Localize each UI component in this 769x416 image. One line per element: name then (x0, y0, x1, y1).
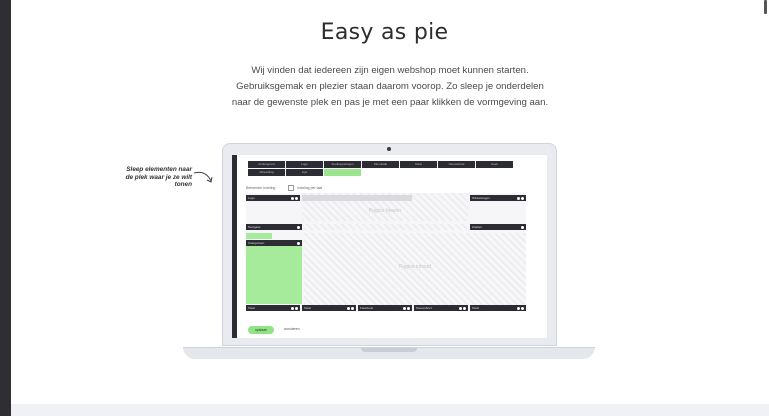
block-settings-icon[interactable] (517, 197, 520, 200)
laptop-notch (361, 348, 417, 352)
callout-line-2: de plek waar je ze wilt (125, 173, 192, 181)
curved-arrow-icon (193, 171, 213, 183)
editor-sidebar (232, 155, 237, 338)
block-zoeken-label: Zoeken (472, 225, 483, 229)
block-logo[interactable]: Logo (246, 195, 300, 201)
tool-achtergrond[interactable]: Achtergrond (248, 161, 285, 168)
content-region-label: Pagina inhoud (399, 264, 431, 270)
tool-logo[interactable]: Logo (286, 161, 323, 168)
cancel-link[interactable]: annuleren (284, 327, 300, 331)
nav-region[interactable] (304, 224, 468, 230)
intro-text: Wij vinden dat iedereen zijn eigen websh… (200, 63, 580, 111)
footer-block-3-label: Facebook (360, 306, 374, 310)
tool-dragging[interactable] (324, 169, 361, 176)
camera-dot (387, 147, 391, 151)
tool-lijst[interactable]: Lijst (286, 169, 323, 176)
block-logo-label: Logo (248, 196, 255, 200)
per-language-label: Indeling per taal (297, 185, 323, 190)
layout-options: Beheerder indeling Indeling per taal (246, 185, 322, 191)
left-dark-bar (0, 0, 11, 416)
drag-ghost (246, 233, 272, 239)
tool-tekst[interactable]: Tekst (400, 161, 437, 168)
block-navigatie-label: Navigatie (248, 225, 261, 229)
block-remove-icon[interactable] (297, 242, 300, 245)
block-winkelwagen-label: Winkelwagen (472, 196, 490, 200)
per-language-checkbox[interactable] (288, 185, 295, 191)
block-categorieen-label: Categorieen (248, 241, 265, 245)
tool-snelkoppelingen[interactable]: Snelkoppelingen (324, 161, 361, 168)
tool-nieuwsbrief[interactable]: Nieuwsbrief (438, 161, 475, 168)
layout-option-label: Beheerder indeling (246, 185, 276, 190)
next-section-strip (11, 404, 769, 416)
layout-grid: Logo Pagina header Winkelwagen Navigatie… (246, 193, 526, 311)
footer-block-1[interactable]: Tekst (246, 305, 300, 311)
drop-placeholder (302, 195, 412, 201)
footer-block-2-label: Tekst (304, 306, 312, 310)
block-settings-icon[interactable] (347, 307, 350, 310)
intro-line-2: Gebruiksgemak en plezier staan daarom vo… (236, 81, 544, 92)
footer-block-5[interactable]: Tekst (470, 305, 526, 311)
drag-callout: Sleep elementen naar de plek waar je ze … (104, 166, 192, 189)
footer-block-4-label: Nieuwsbrief (416, 306, 432, 310)
callout-line-3: tonen (174, 181, 192, 188)
tool-zoek[interactable]: Zoek (476, 161, 513, 168)
section-heading: Easy as pie (320, 20, 449, 45)
block-settings-icon[interactable] (291, 197, 294, 200)
block-remove-icon[interactable] (295, 307, 298, 310)
footer-block-1-label: Tekst (248, 306, 256, 310)
block-remove-icon[interactable] (463, 307, 466, 310)
editor-screen: Achtergrond Logo Snelkoppelingen Menubal… (232, 155, 547, 338)
block-zoeken[interactable]: Zoeken (470, 224, 526, 230)
block-remove-icon[interactable] (297, 226, 300, 229)
callout-line-1: Sleep elementen naar (126, 166, 192, 173)
block-remove-icon[interactable] (351, 307, 354, 310)
block-remove-icon[interactable] (295, 197, 298, 200)
block-remove-icon[interactable] (407, 307, 410, 310)
block-remove-icon[interactable] (521, 226, 524, 229)
block-remove-icon[interactable] (521, 197, 524, 200)
header-region-label: Pagina header (368, 208, 402, 214)
footer-block-2[interactable]: Tekst (302, 305, 356, 311)
block-remove-icon[interactable] (521, 307, 524, 310)
side-drop-zone[interactable] (246, 246, 302, 304)
intro-line-1: Wij vinden dat iedereen zijn eigen websh… (251, 65, 529, 76)
block-settings-icon[interactable] (403, 307, 406, 310)
block-winkelwagen[interactable]: Winkelwagen (470, 195, 526, 201)
block-settings-icon[interactable] (459, 307, 462, 310)
footer-block-5-label: Tekst (472, 306, 480, 310)
block-navigatie[interactable]: Navigatie (246, 224, 302, 230)
footer-block-3[interactable]: Facebook (358, 305, 412, 311)
footer-block-4[interactable]: Nieuwsbrief (414, 305, 468, 311)
block-settings-icon[interactable] (291, 307, 294, 310)
block-settings-icon[interactable] (517, 307, 520, 310)
tool-menubalk[interactable]: Menubalk (362, 161, 399, 168)
save-button[interactable]: opslaan (248, 326, 274, 334)
intro-line-3: naar de gewenste plek en pas je met een … (231, 97, 549, 108)
scrollbar-thumb[interactable] (764, 0, 767, 14)
tool-afbeelding[interactable]: Afbeelding (248, 169, 285, 176)
